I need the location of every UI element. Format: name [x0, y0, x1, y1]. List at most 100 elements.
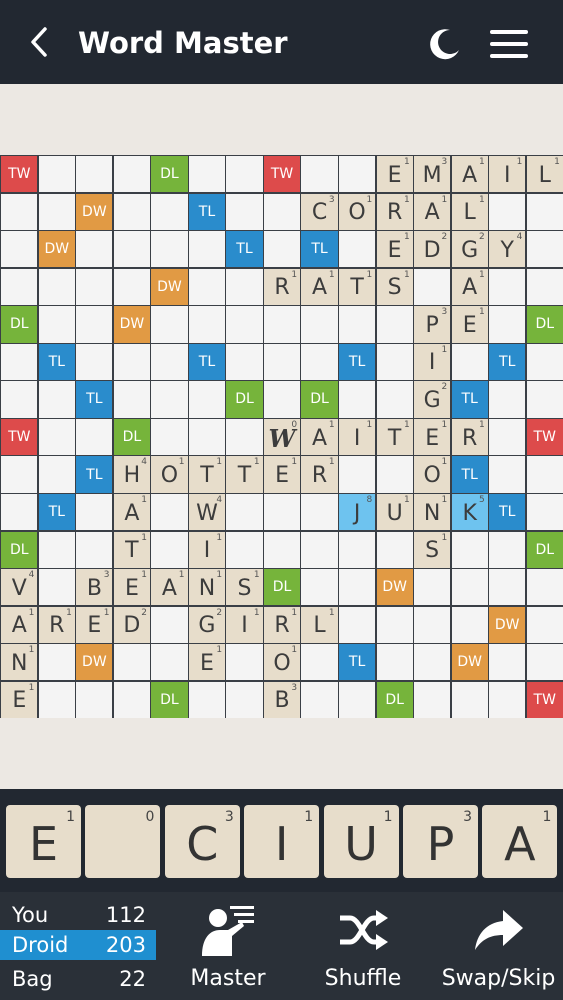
premium-square-tl[interactable]: TL: [38, 343, 75, 381]
premium-square-tl[interactable]: TL: [76, 456, 113, 493]
board-square[interactable]: [376, 306, 413, 343]
premium-square-tw[interactable]: TW: [526, 681, 563, 718]
board-tile[interactable]: E1: [376, 231, 413, 268]
board-tile[interactable]: A1: [301, 268, 338, 305]
board-square[interactable]: [113, 343, 150, 381]
board-tile[interactable]: E1: [414, 418, 451, 456]
board-square[interactable]: [526, 494, 563, 531]
board-square[interactable]: [38, 681, 75, 718]
premium-square-dw[interactable]: DW: [76, 644, 113, 681]
board-tile[interactable]: A1: [451, 156, 488, 193]
premium-square-tl[interactable]: TL: [451, 456, 488, 493]
board-square[interactable]: [489, 381, 526, 418]
board-tile[interactable]: D2: [414, 231, 451, 268]
board-square[interactable]: [414, 268, 451, 305]
board-square[interactable]: [339, 231, 376, 268]
board-tile[interactable]: I1: [188, 531, 226, 568]
board-square[interactable]: [301, 343, 338, 381]
board-square[interactable]: [301, 494, 338, 531]
board-tile[interactable]: A1: [113, 494, 150, 531]
premium-square-dl[interactable]: DL: [263, 569, 301, 606]
board-square[interactable]: [38, 456, 75, 493]
board-square[interactable]: [151, 494, 188, 531]
rack-tile[interactable]: E1: [6, 805, 81, 878]
board-square[interactable]: [38, 193, 75, 230]
board-square[interactable]: [414, 681, 451, 718]
board-tile[interactable]: V4: [1, 569, 38, 606]
premium-square-dw[interactable]: DW: [376, 569, 413, 606]
premium-square-tl[interactable]: TL: [188, 193, 226, 230]
board-tile[interactable]: S1: [226, 569, 263, 606]
premium-square-tl[interactable]: TL: [76, 381, 113, 418]
board-square[interactable]: [113, 231, 150, 268]
board-tile[interactable]: O1: [263, 644, 301, 681]
premium-square-tw[interactable]: TW: [1, 418, 38, 456]
board-square[interactable]: [76, 343, 113, 381]
board-square[interactable]: [263, 231, 301, 268]
board-square[interactable]: [188, 306, 226, 343]
board-square[interactable]: [451, 681, 488, 718]
board-tile[interactable]: I1: [489, 156, 526, 193]
board-square[interactable]: [526, 381, 563, 418]
board-square[interactable]: [301, 681, 338, 718]
board-square[interactable]: [489, 268, 526, 305]
board-square[interactable]: [38, 569, 75, 606]
board-square[interactable]: [76, 418, 113, 456]
board-tile[interactable]: U1: [376, 494, 413, 531]
board-tile[interactable]: R1: [263, 606, 301, 643]
board-tile[interactable]: T1: [339, 268, 376, 305]
board-tile[interactable]: O1: [414, 456, 451, 493]
board-tile[interactable]: R1: [451, 418, 488, 456]
board-square[interactable]: [376, 644, 413, 681]
board-square[interactable]: [151, 343, 188, 381]
board-square[interactable]: [151, 606, 188, 643]
board-square[interactable]: [301, 306, 338, 343]
back-button[interactable]: [22, 22, 56, 62]
board-tile[interactable]: C3: [301, 193, 338, 230]
board-square[interactable]: [263, 494, 301, 531]
board-square[interactable]: [1, 494, 38, 531]
board-square[interactable]: [339, 531, 376, 568]
premium-square-dl[interactable]: DL: [151, 156, 188, 193]
board-tile[interactable]: G2: [451, 231, 488, 268]
board-square[interactable]: [226, 306, 263, 343]
board-square[interactable]: [339, 456, 376, 493]
premium-square-tl[interactable]: TL: [489, 343, 526, 381]
board-square[interactable]: [226, 531, 263, 568]
board-square[interactable]: [376, 381, 413, 418]
board-square[interactable]: [489, 569, 526, 606]
board-square[interactable]: [151, 193, 188, 230]
board-square[interactable]: [489, 531, 526, 568]
board-square[interactable]: [76, 231, 113, 268]
board-square[interactable]: [38, 531, 75, 568]
premium-square-dl[interactable]: DL: [376, 681, 413, 718]
board-tile[interactable]: N1: [188, 569, 226, 606]
premium-square-tl[interactable]: TL: [339, 343, 376, 381]
board-tile[interactable]: I1: [226, 606, 263, 643]
board-square[interactable]: [113, 193, 150, 230]
board-tile[interactable]: K5: [451, 494, 488, 531]
board-square[interactable]: [226, 418, 263, 456]
board-square[interactable]: [226, 681, 263, 718]
board-square[interactable]: [489, 193, 526, 230]
board-tile[interactable]: O1: [151, 456, 188, 493]
board-square[interactable]: [113, 156, 150, 193]
board-square[interactable]: [76, 156, 113, 193]
board-square[interactable]: [489, 644, 526, 681]
premium-square-dl[interactable]: DL: [226, 381, 263, 418]
board-tile[interactable]: N1: [1, 644, 38, 681]
board-square[interactable]: [1, 268, 38, 305]
board-tile[interactable]: T1: [226, 456, 263, 493]
board-square[interactable]: [376, 606, 413, 643]
board-tile[interactable]: P3: [414, 306, 451, 343]
board-square[interactable]: [226, 494, 263, 531]
board-square[interactable]: [151, 531, 188, 568]
board-tile[interactable]: N1: [414, 494, 451, 531]
menu-button[interactable]: [488, 26, 530, 62]
premium-square-dw[interactable]: DW: [451, 644, 488, 681]
board-square[interactable]: [38, 644, 75, 681]
premium-square-tw[interactable]: TW: [526, 418, 563, 456]
board-square[interactable]: [526, 606, 563, 643]
board-square[interactable]: [301, 644, 338, 681]
theme-toggle-button[interactable]: [424, 24, 464, 64]
